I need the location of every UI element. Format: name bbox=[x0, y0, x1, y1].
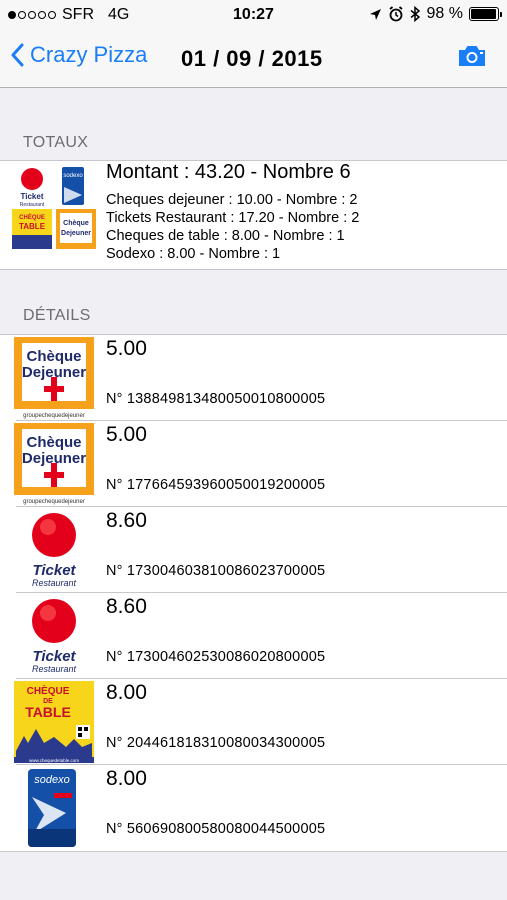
svg-text:Chèque: Chèque bbox=[26, 434, 81, 451]
cheque-dejeuner-logo-icon: Chèque Dejeuner groupechequedejeuner bbox=[14, 337, 94, 419]
svg-text:Dejeuner: Dejeuner bbox=[61, 230, 91, 237]
voucher-collage-icon: Ticket Restaurant sodexo CHÈQUE TABLE Ch… bbox=[12, 165, 96, 249]
voucher-amount: 8.60 bbox=[106, 509, 147, 532]
totals-line-cheques-de-table: Cheques de table : 8.00 - Nombre : 1 bbox=[106, 228, 345, 244]
voucher-amount: 8.60 bbox=[106, 595, 147, 618]
svg-text:TABLE: TABLE bbox=[25, 704, 71, 720]
svg-text:Restaurant: Restaurant bbox=[32, 664, 77, 674]
status-right: 98 % bbox=[369, 5, 502, 23]
cheque-dejeuner-logo-icon: Chèque Dejeuner groupechequedejeuner bbox=[14, 423, 94, 505]
voucher-number: N° 20446181831008003430000​5 bbox=[106, 735, 326, 751]
battery-icon bbox=[469, 7, 502, 21]
voucher-amount: 5.00 bbox=[106, 423, 147, 446]
voucher-row[interactable]: sodexo 8.00 N° 56069080058008004450000​5 bbox=[0, 765, 507, 851]
voucher-number: N° 17766459396005001920000​5 bbox=[106, 477, 326, 493]
svg-text:sodexo: sodexo bbox=[63, 173, 83, 179]
section-header-details: DÉTAILS bbox=[23, 307, 91, 324]
totals-line-tickets-restaurant: Tickets Restaurant : 17.20 - Nombre : 2 bbox=[106, 210, 360, 226]
voucher-row[interactable]: Chèque Dejeuner groupechequedejeuner 5.0… bbox=[0, 421, 507, 507]
ticket-restaurant-logo-icon: Ticket Restaurant bbox=[14, 595, 94, 677]
alarm-icon bbox=[388, 6, 403, 22]
camera-icon bbox=[459, 46, 485, 66]
svg-text:Ticket: Ticket bbox=[32, 648, 76, 665]
svg-text:Restaurant: Restaurant bbox=[32, 578, 77, 588]
totals-summary-card[interactable]: Ticket Restaurant sodexo CHÈQUE TABLE Ch… bbox=[0, 160, 507, 270]
svg-text:Dejeuner: Dejeuner bbox=[22, 450, 86, 467]
details-list: Chèque Dejeuner groupechequedejeuner 5.0… bbox=[0, 334, 507, 852]
voucher-row[interactable]: Ticket Restaurant 8.60 N° 17300460253008… bbox=[0, 593, 507, 679]
voucher-row[interactable]: CHÈQUE DE TABLE www.chequedetable.com 8.… bbox=[0, 679, 507, 765]
location-arrow-icon bbox=[369, 8, 381, 20]
totals-breakdown: Cheques dejeuner : 10.00 - Nombre : 2 Ti… bbox=[106, 191, 359, 263]
totals-line-cheques-dejeuner: Cheques dejeuner : 10.00 - Nombre : 2 bbox=[106, 192, 358, 208]
svg-text:Chèque: Chèque bbox=[63, 220, 89, 227]
svg-text:Chèque: Chèque bbox=[26, 348, 81, 365]
svg-text:groupechequedejeuner: groupechequedejeuner bbox=[23, 499, 85, 505]
camera-button[interactable] bbox=[457, 44, 487, 73]
svg-text:Ticket: Ticket bbox=[32, 562, 76, 579]
battery-percent: 98 % bbox=[426, 5, 463, 22]
voucher-row[interactable]: Ticket Restaurant 8.60 N° 17300460381008… bbox=[0, 507, 507, 593]
bluetooth-icon bbox=[410, 6, 420, 22]
voucher-amount: 8.00 bbox=[106, 767, 147, 790]
svg-text:groupechequedejeuner: groupechequedejeuner bbox=[23, 413, 85, 419]
svg-text:Restaurant: Restaurant bbox=[20, 202, 45, 208]
totals-title: Montant : 43.20 - Nombre 6 bbox=[106, 161, 351, 183]
navigation-bar: Crazy Pizza 01 / 09 / 2015 bbox=[0, 30, 507, 88]
svg-text:TABLE: TABLE bbox=[19, 222, 46, 231]
svg-text:CHÈQUE: CHÈQUE bbox=[19, 213, 45, 221]
voucher-amount: 5.00 bbox=[106, 337, 147, 360]
sodexo-logo-icon: sodexo bbox=[14, 767, 94, 849]
svg-text:CHÈQUE: CHÈQUE bbox=[27, 684, 70, 697]
voucher-number: N° 56069080058008004450000​5 bbox=[106, 821, 326, 837]
svg-text:Dejeuner: Dejeuner bbox=[22, 364, 86, 381]
voucher-number: N° 13884981348005001080000​5 bbox=[106, 391, 326, 407]
svg-text:Ticket: Ticket bbox=[21, 192, 44, 201]
back-button[interactable]: Crazy Pizza bbox=[10, 42, 147, 68]
totals-line-sodexo: Sodexo : 8.00 - Nombre : 1 bbox=[106, 246, 281, 262]
chevron-left-icon bbox=[11, 43, 24, 67]
ticket-restaurant-logo-icon: Ticket Restaurant bbox=[14, 509, 94, 591]
voucher-number: N° 17300460381008602370000​5 bbox=[106, 563, 326, 579]
svg-text:www.chequedetable.com: www.chequedetable.com bbox=[29, 758, 79, 763]
status-bar: SFR 4G 10:27 98 % bbox=[0, 0, 507, 30]
cheque-de-table-logo-icon: CHÈQUE DE TABLE www.chequedetable.com bbox=[14, 681, 94, 763]
voucher-amount: 8.00 bbox=[106, 681, 147, 704]
svg-text:sodexo: sodexo bbox=[34, 774, 69, 786]
back-button-label: Crazy Pizza bbox=[30, 42, 148, 67]
voucher-row[interactable]: Chèque Dejeuner groupechequedejeuner 5.0… bbox=[0, 335, 507, 421]
page-title: 01 / 09 / 2015 bbox=[181, 46, 323, 71]
section-header-totaux: TOTAUX bbox=[23, 134, 89, 151]
voucher-number: N° 17300460253008602080000​5 bbox=[106, 649, 326, 665]
